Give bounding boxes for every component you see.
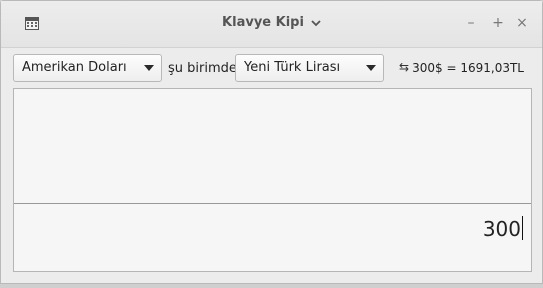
conversion-result: 300$ = 1691,03TL: [412, 61, 524, 75]
dropdown-arrow-icon: [144, 65, 154, 71]
target-currency-select[interactable]: Yeni Türk Lirası: [235, 54, 384, 82]
calculator-window: Klavye Kipi – + × Amerikan Doları şu bir…: [0, 0, 543, 284]
maximize-button[interactable]: +: [491, 15, 505, 31]
input-entry[interactable]: 300: [483, 216, 523, 241]
swap-currencies-icon[interactable]: ⇆: [399, 60, 409, 74]
dropdown-arrow-icon: [366, 65, 376, 71]
minimize-button[interactable]: –: [464, 15, 478, 31]
target-currency-value: Yeni Türk Lirası: [244, 60, 341, 75]
target-currency-label: şu birimde:: [168, 61, 242, 76]
input-value: 300: [482, 217, 521, 241]
text-cursor: [522, 216, 523, 240]
window-title[interactable]: Klavye Kipi: [1, 15, 542, 30]
mode-title: Klavye Kipi: [222, 15, 304, 30]
display-divider: [14, 203, 531, 204]
source-currency-value: Amerikan Doları: [22, 60, 127, 75]
chevron-down-icon[interactable]: [311, 18, 321, 28]
currency-toolbar: Amerikan Doları şu birimde: Yeni Türk Li…: [1, 48, 542, 88]
source-currency-select[interactable]: Amerikan Doları: [13, 54, 162, 82]
calculator-display[interactable]: 300: [13, 88, 532, 272]
close-button[interactable]: ×: [515, 15, 529, 31]
title-bar[interactable]: Klavye Kipi – + ×: [1, 1, 542, 48]
